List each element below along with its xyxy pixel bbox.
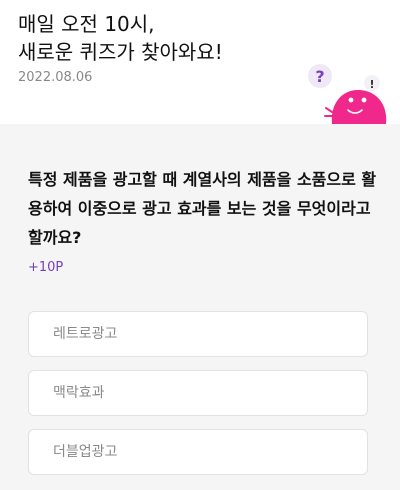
mascot-character (324, 90, 387, 124)
quiz-mascot-illustration: ? ! (308, 64, 387, 124)
headline-line-1: 매일 오전 10시, (18, 12, 155, 36)
headline: 매일 오전 10시, 새로운 퀴즈가 찾아와요! (18, 10, 223, 66)
answer-option-label: 더블업광고 (53, 444, 118, 460)
answer-option-3[interactable]: 더블업광고 (28, 429, 368, 475)
quiz-header: 매일 오전 10시, 새로운 퀴즈가 찾아와요! 2022.08.06 ? ! (0, 0, 400, 124)
headline-line-2: 새로운 퀴즈가 찾아와요! (18, 40, 223, 64)
svg-text:?: ? (315, 67, 324, 86)
question-mark-icon: ? (308, 64, 332, 88)
quiz-date: 2022.08.06 (18, 70, 93, 85)
quiz-question: 특정 제품을 광고할 때 계열사의 제품을 소품으로 활용하여 이중으로 광고 … (28, 170, 377, 247)
answer-option-1[interactable]: 레트로광고 (28, 311, 368, 357)
answer-option-2[interactable]: 맥락효과 (28, 370, 368, 416)
exclamation-mark-icon: ! (364, 75, 380, 91)
svg-text:!: ! (369, 78, 374, 91)
reward-points: +10P (28, 260, 64, 275)
answer-option-label: 맥락효과 (53, 385, 105, 401)
answer-option-label: 레트로광고 (53, 326, 118, 342)
